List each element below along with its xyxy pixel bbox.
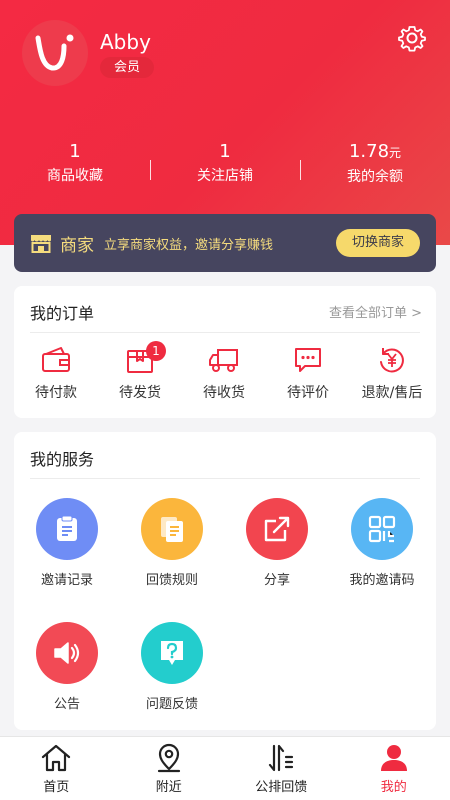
feedback-icon	[161, 641, 183, 665]
service-label: 分享	[263, 573, 290, 588]
stat-label: 商品收藏	[47, 168, 103, 184]
refund-icon	[380, 348, 404, 373]
record-icon	[57, 515, 77, 541]
stat-divider	[150, 160, 151, 180]
stat-label: 关注店铺	[197, 168, 253, 184]
merchant-title: 商家	[60, 235, 94, 256]
stat-label: 我的余额	[347, 169, 403, 185]
order-label: 待收货	[203, 385, 245, 401]
service-label: 问题反馈	[145, 697, 198, 712]
order-refund[interactable]: 退款/售后	[350, 346, 434, 402]
location-icon	[157, 743, 180, 773]
merchant-banner[interactable]: 商家 立享商家权益，邀请分享赚钱 切换商家	[14, 214, 436, 272]
order-label: 待付款	[35, 385, 77, 401]
truck-icon	[209, 349, 238, 372]
notification-badge: 1	[146, 341, 166, 361]
service-label: 我的邀请码	[349, 573, 415, 588]
divider	[30, 478, 420, 479]
stat-divider	[300, 160, 301, 180]
tab-mine[interactable]: 我的	[338, 737, 450, 800]
stat-unit: 元	[389, 146, 402, 160]
service-feedback[interactable]: 问题反馈	[120, 622, 224, 712]
qrcode-icon	[368, 515, 396, 543]
services-card: 我的服务 邀请记录 回馈规则 分享 我的邀请码 公告 问题反馈	[14, 432, 436, 730]
tab-label: 公排回馈	[255, 780, 308, 795]
divider	[30, 332, 420, 333]
tab-home[interactable]: 首页	[0, 737, 113, 800]
order-pending-review[interactable]: 待评价	[266, 346, 350, 402]
home-icon	[42, 744, 71, 772]
tab-queue-rewards[interactable]: 公排回馈	[225, 737, 338, 800]
shop-icon	[31, 235, 51, 253]
stat-value: 1	[69, 141, 81, 162]
speaker-icon	[54, 642, 80, 664]
order-pending-receipt[interactable]: 待收货	[182, 346, 266, 402]
stat-value: 1.78	[348, 141, 390, 162]
order-pending-shipment[interactable]: 1 待发货	[98, 341, 182, 402]
switch-merchant-button[interactable]: 切换商家	[336, 229, 420, 257]
service-invite-code[interactable]: 我的邀请码	[330, 498, 434, 588]
user-icon	[380, 745, 407, 771]
tab-nearby[interactable]: 附近	[113, 737, 226, 800]
wallet-icon	[42, 347, 70, 372]
order-label: 待发货	[119, 385, 161, 401]
avatar[interactable]	[22, 20, 88, 86]
merchant-desc: 立享商家权益，邀请分享赚钱	[104, 237, 274, 253]
gear-icon[interactable]	[398, 24, 426, 52]
orders-card: 我的订单 查看全部订单 > 待付款 1 待发货 待收货 待评价 退款/售后	[14, 286, 436, 418]
service-label: 回馈规则	[145, 573, 198, 588]
share-icon	[264, 516, 290, 542]
stat-followed-shops[interactable]: 1 关注店铺	[150, 140, 300, 190]
orders-title: 我的订单	[30, 304, 95, 323]
service-label: 公告	[53, 697, 80, 712]
stats-row: 1 商品收藏 1 关注店铺 1.78元 我的余额	[0, 140, 450, 190]
tab-label: 我的	[380, 780, 407, 795]
service-announcement[interactable]: 公告	[15, 622, 119, 712]
order-label: 退款/售后	[361, 385, 423, 401]
user-name: Abby	[100, 30, 151, 54]
service-share[interactable]: 分享	[225, 498, 329, 588]
member-badge: 会员	[100, 57, 155, 78]
service-label: 邀请记录	[40, 573, 93, 588]
sort-icon	[269, 744, 294, 772]
profile-header: Abby 会员 1 商品收藏 1 关注店铺 1.78元 我的余额	[0, 0, 450, 245]
stat-favorites[interactable]: 1 商品收藏	[0, 140, 150, 190]
service-feedback-rules[interactable]: 回馈规则	[120, 498, 224, 588]
view-all-orders-link[interactable]: 查看全部订单 >	[329, 302, 422, 321]
order-pending-payment[interactable]: 待付款	[14, 346, 98, 402]
order-label: 待评价	[287, 385, 329, 401]
service-invite-records[interactable]: 邀请记录	[15, 498, 119, 588]
comment-icon	[295, 348, 321, 372]
bottom-tab-bar: 首页 附近 公排回馈 我的	[0, 736, 450, 800]
services-title: 我的服务	[30, 450, 95, 469]
tab-label: 首页	[43, 780, 70, 795]
rules-icon	[161, 517, 183, 542]
stat-balance[interactable]: 1.78元 我的余额	[300, 140, 450, 190]
tab-label: 附近	[155, 780, 182, 795]
brand-logo-icon	[35, 34, 74, 71]
stat-value: 1	[219, 141, 231, 162]
